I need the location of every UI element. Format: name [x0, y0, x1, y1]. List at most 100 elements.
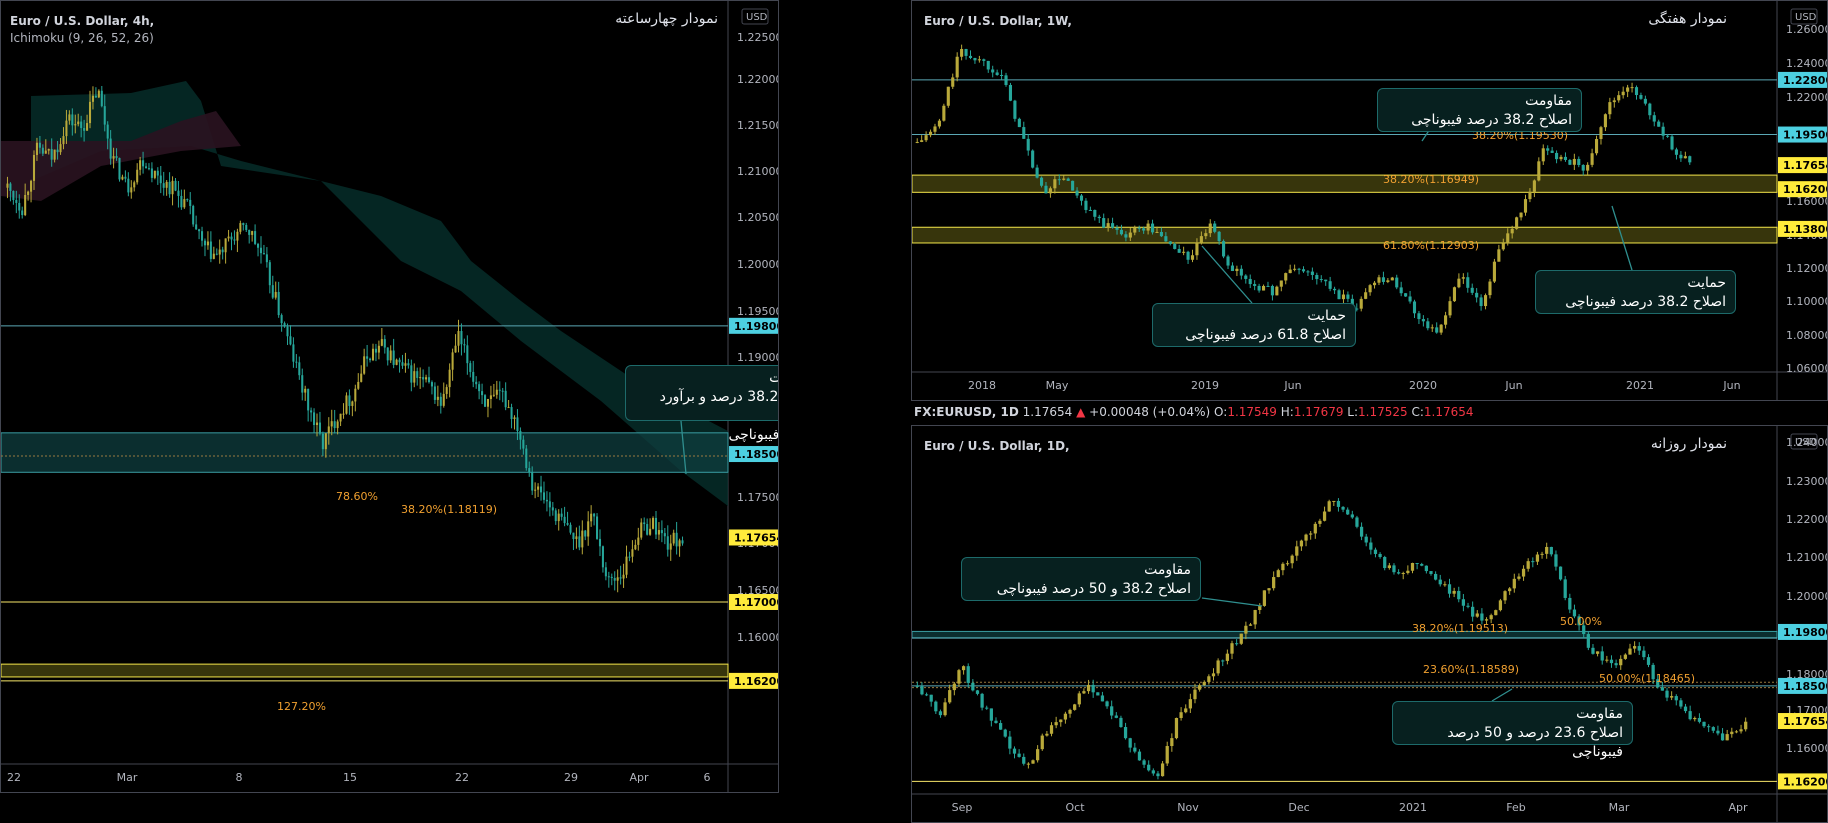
x-tick-label: Mar [1609, 801, 1630, 814]
candle-body [1448, 301, 1452, 316]
candle-body [657, 530, 660, 535]
candle-body [242, 223, 245, 225]
candle-body [1199, 236, 1203, 243]
candle-body [472, 371, 475, 382]
price-tag-label: 1.18500 [1783, 680, 1828, 693]
candle-body [1253, 284, 1257, 286]
y-tick-label: 1.20500 [737, 211, 779, 224]
x-tick-label: Jun [1504, 379, 1522, 392]
candle-body [1452, 287, 1457, 302]
candle-body [1725, 734, 1729, 741]
candle-body [121, 176, 124, 180]
candle-body [1319, 279, 1323, 281]
x-tick-label: May [1046, 379, 1069, 392]
candle-body [401, 362, 404, 366]
ohlc-symbol[interactable]: FX:EURUSD, 1D [914, 405, 1019, 419]
candle-body [1359, 298, 1363, 309]
candle-body [1401, 573, 1405, 575]
candle-body [363, 356, 366, 374]
candle-body [1066, 178, 1070, 181]
candle-body [1193, 689, 1197, 700]
candle-body [1447, 584, 1452, 594]
annotation-line: اصلاح 61.8 درصد فیبوناچی [1185, 327, 1346, 343]
candle-body [522, 439, 525, 449]
candle-body [286, 326, 289, 337]
candle-body [1657, 121, 1661, 127]
chart-panel-4h[interactable]: 78.60% 38.20%(1.18119) 127.20% 1.22500 1.220… [0, 0, 779, 793]
candle-body [1075, 190, 1079, 196]
candle-body [1744, 721, 1748, 730]
candle-body [587, 521, 590, 537]
candle-body [1364, 292, 1368, 299]
candle-body [1355, 517, 1359, 527]
y-tick-label: 1.22000 [1786, 513, 1828, 526]
ichimoku-label[interactable]: Ichimoku (9, 26, 52, 26) [10, 31, 154, 45]
candle-body [1309, 533, 1313, 535]
candle-body [1284, 273, 1288, 281]
candle-body [948, 690, 952, 703]
candle-body [1040, 735, 1044, 750]
candle-body [1612, 100, 1616, 103]
candle-body [1054, 722, 1058, 726]
x-tick-label: Apr [1728, 801, 1748, 814]
candle-body [333, 421, 336, 429]
chart-panel-weekly[interactable]: 38.20%(1.19530) 38.20%(1.16949) 61.80%(1.1… [911, 0, 1828, 401]
candle-body [1568, 159, 1572, 165]
candle-body [1195, 242, 1199, 256]
chart-canvas-daily[interactable]: 38.20%(1.19513) 23.60%(1.18589) 50.00% 50.0… [912, 426, 1828, 823]
candle-body [109, 138, 112, 159]
y-tick-label: 1.12000 [1786, 262, 1828, 275]
candle-body [1642, 650, 1646, 658]
candle-body [1204, 233, 1208, 237]
candle-body [9, 183, 12, 191]
candle-body [1230, 265, 1235, 272]
candle-body [1619, 658, 1623, 666]
ohlc-high: 1.17679 [1293, 405, 1344, 419]
candle-body [1420, 564, 1424, 566]
candle-body [310, 410, 313, 413]
candle-body [1012, 748, 1017, 754]
candle-body [377, 345, 380, 353]
candle-body [301, 375, 304, 393]
candle-body [268, 262, 271, 286]
candle-body [327, 426, 330, 434]
candle-body [554, 510, 557, 522]
candle-body [419, 377, 422, 379]
candle-body [1304, 534, 1308, 541]
candle-body [1466, 277, 1470, 288]
candle-body [180, 195, 183, 208]
candle-body [1652, 115, 1656, 122]
candle-body [590, 513, 593, 522]
candle-body [1461, 277, 1465, 279]
candle-body [519, 430, 522, 440]
candle-body [1091, 684, 1095, 693]
candle-body [510, 407, 513, 420]
candle-body [1146, 223, 1150, 231]
candle-body [1683, 156, 1687, 159]
ohlc-high-label: H: [1280, 405, 1294, 419]
candle-body [1600, 651, 1604, 661]
y-tick-label: 1.16000 [737, 631, 779, 644]
candle-body [1406, 570, 1410, 574]
candle-body [1137, 751, 1142, 761]
chart-panel-daily[interactable]: 38.20%(1.19513) 23.60%(1.18589) 50.00% 50.0… [911, 425, 1828, 823]
chart-canvas-weekly[interactable]: 38.20%(1.19530)38.20%(1.16949)61.80%(1.1… [912, 1, 1828, 401]
candle-body [1554, 554, 1558, 567]
ohlc-close-label: C: [1411, 405, 1424, 419]
fib-label: 38.20%(1.16949) [1383, 173, 1479, 186]
candle-body [1137, 227, 1141, 229]
candle-body [1244, 625, 1248, 634]
y-tick-label: 1.24000 [1786, 57, 1828, 70]
candle-body [97, 90, 100, 98]
candle-body [195, 224, 198, 230]
candle-body [1369, 542, 1373, 550]
candle-body [1290, 555, 1294, 564]
candle-body [545, 499, 548, 502]
candle-body [1128, 232, 1132, 238]
candle-body [1301, 269, 1306, 272]
candle-body [1156, 773, 1160, 777]
candle-body [486, 399, 490, 407]
annotation-w1-support-382: حمایت اصلاح 38.2 درصد فیبوناچی [1535, 270, 1736, 314]
candle-body [1063, 713, 1068, 720]
ohlc-low: 1.17525 [1358, 405, 1408, 419]
